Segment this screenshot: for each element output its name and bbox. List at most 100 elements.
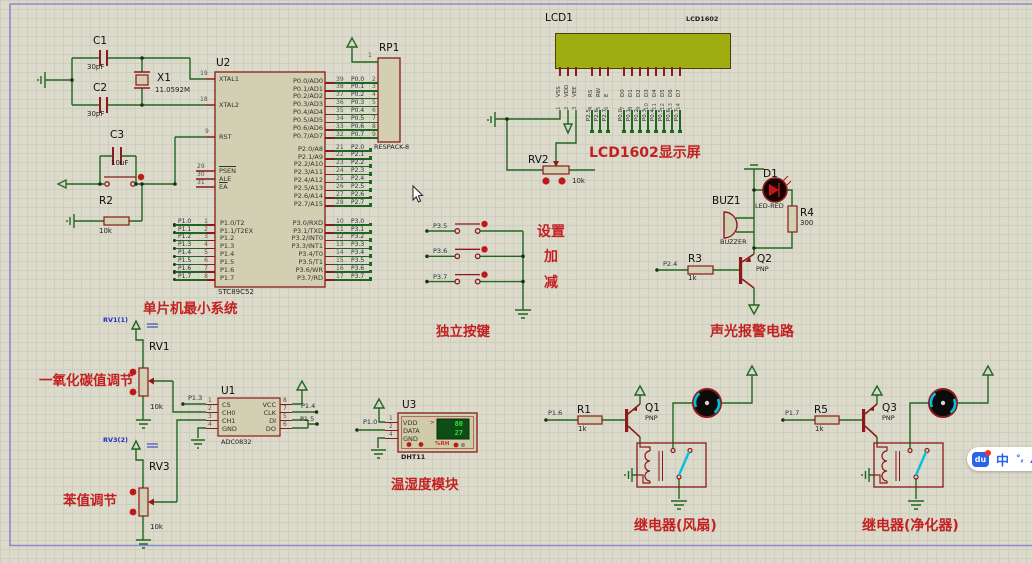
c1-value: 30pF <box>87 63 105 71</box>
r4-ref: R4 <box>800 207 814 219</box>
keys-caption: 独立按键 <box>436 324 490 340</box>
pot-rv1[interactable] <box>138 367 154 397</box>
x1-ref: X1 <box>157 72 171 84</box>
lcd-ctrl-pins: RS 4 P2.5 RW 5 P2.6 E 6 P2.7 <box>586 67 612 134</box>
ground-arrow-icon <box>562 123 574 135</box>
terminal-square <box>622 129 626 134</box>
reset-button[interactable] <box>104 176 136 187</box>
reset-input-terminal[interactable] <box>56 178 67 190</box>
rv3-terminal-label: RV3(2) <box>103 436 129 444</box>
rv3-caption: 苯值调节 <box>63 493 117 509</box>
pin-num: 16 <box>336 264 344 272</box>
pin-name: D0 <box>620 89 627 97</box>
key-row: P3.5 设置 <box>427 219 579 244</box>
transistor-q3[interactable] <box>862 403 878 438</box>
pin-num: 18 <box>200 96 208 103</box>
respack-rp1-body[interactable] <box>377 57 401 143</box>
power-arrow-icon <box>745 364 759 376</box>
pin-stub <box>663 67 665 76</box>
pin-num: 33 <box>336 122 344 130</box>
pin-num: 24 <box>336 167 344 175</box>
pin-num: 11 <box>336 225 344 233</box>
resistor-r5[interactable] <box>814 415 840 425</box>
net-label: P0.7 <box>351 130 365 138</box>
schematic-canvas[interactable]: C1 30pF C2 30pF X1 11.0592M C3 10uF R2 1… <box>0 0 1032 563</box>
pin-num: 23 <box>336 159 344 167</box>
resistor-r1[interactable] <box>577 415 603 425</box>
resistor-r4[interactable] <box>787 205 798 233</box>
net-label: P3.1 <box>351 225 365 233</box>
input-terminal-icon <box>130 439 142 450</box>
motor-fan[interactable] <box>692 388 722 418</box>
pin-name: RS <box>588 89 595 97</box>
r3-ref: R3 <box>688 253 702 265</box>
rv3-decrease-dot[interactable] <box>129 508 137 516</box>
pin-stub <box>679 67 681 76</box>
pin-num: 21 <box>336 143 344 151</box>
net-label: P0.2 <box>351 91 365 99</box>
r5-ref: R5 <box>814 404 828 416</box>
d1-ref: D1 <box>763 168 778 180</box>
pin-stub <box>671 67 673 76</box>
net-label: P0.6 <box>665 109 672 122</box>
relay-fan[interactable] <box>636 442 707 488</box>
resistor-r3[interactable] <box>687 265 714 275</box>
ime-punctuation-toggle[interactable]: °, <box>1016 454 1024 464</box>
pin-name: VEE <box>572 86 579 97</box>
lcd-pin-col: D5 12 P0.5 <box>658 67 668 134</box>
power-arrow-icon <box>345 36 359 48</box>
rv2-increase-dot[interactable] <box>542 177 550 185</box>
crystal-x1[interactable] <box>134 71 150 89</box>
r2-ref: R2 <box>99 195 113 207</box>
ime-toolbar[interactable]: du 中 °, A <box>967 447 1032 471</box>
lcd-screen[interactable] <box>555 33 731 69</box>
resistor-r2[interactable] <box>103 216 130 226</box>
mouse-cursor-icon <box>412 184 424 203</box>
c1-ref: C1 <box>93 35 108 47</box>
pin-num: 26 <box>336 182 344 190</box>
ime-language-toggle[interactable]: 中 <box>996 450 1009 469</box>
purifier-net-dot <box>781 418 785 422</box>
pin-stub <box>567 67 569 76</box>
terminal-square <box>662 129 666 134</box>
rv3-increase-dot[interactable] <box>129 488 137 496</box>
pin-name: D7 <box>676 89 683 97</box>
q3-ref: Q3 <box>882 402 897 414</box>
pin-stub <box>599 67 601 76</box>
rv1-value: 10k <box>150 403 163 411</box>
motor-purifier[interactable] <box>928 388 958 418</box>
net-label: P3.6 <box>351 264 365 272</box>
pin-name: P0.7/AD7 <box>292 131 323 140</box>
pin-stub <box>385 437 398 439</box>
pot-rv3[interactable] <box>138 487 154 517</box>
terminal-square <box>670 129 674 134</box>
terminal-square <box>606 129 610 134</box>
rv1-decrease-dot[interactable] <box>129 388 137 396</box>
pin-stub <box>325 137 334 139</box>
pin-row: 4 GND <box>383 431 443 443</box>
pin-name: D1 <box>628 89 635 97</box>
fan-caption: 继电器(风扇) <box>634 518 717 534</box>
pin-name: GND <box>222 424 237 433</box>
dht-humidity-value: 80 <box>454 420 463 428</box>
transistor-q2[interactable] <box>739 253 755 289</box>
pin-num: 30 <box>197 170 205 178</box>
buzzer-buz1[interactable] <box>723 211 738 239</box>
pin-num: 13 <box>336 241 344 249</box>
net-label: P1.7 <box>785 409 800 417</box>
ime-logo-icon[interactable]: du <box>972 449 991 467</box>
x1-value: 11.0592M <box>155 86 190 94</box>
pin-row: VCC 8 <box>248 397 330 409</box>
rp1-pin-num: 3 <box>372 83 376 91</box>
rv3-terminal-dashes <box>147 443 158 448</box>
rv2-decrease-dot[interactable] <box>558 177 566 185</box>
reset-button-actuator[interactable] <box>137 173 145 181</box>
input-terminal-icon <box>130 319 142 330</box>
net-label: P0.1 <box>351 83 365 91</box>
pin-num: 15 <box>336 256 344 264</box>
net-label: P0.3 <box>351 99 365 107</box>
terminal-square <box>638 129 642 134</box>
pin-num: 6 <box>283 421 287 429</box>
transistor-q1[interactable] <box>625 403 641 438</box>
relay-purifier[interactable] <box>873 442 944 488</box>
